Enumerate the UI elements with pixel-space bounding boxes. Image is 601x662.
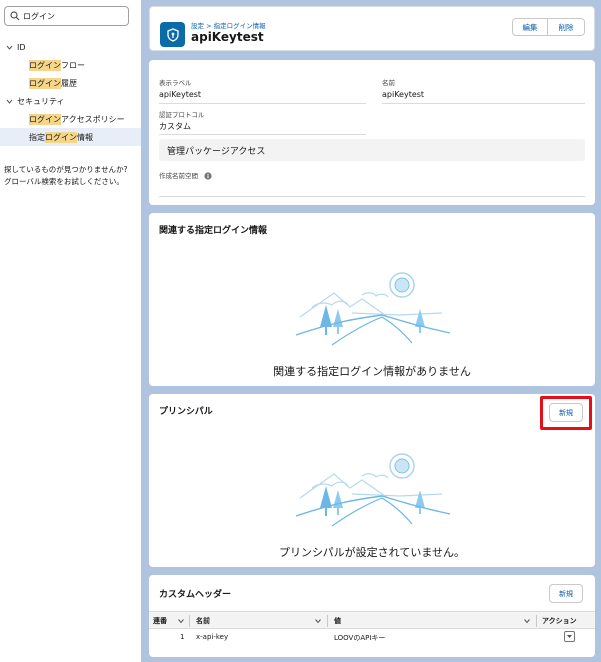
chevron-down-icon[interactable]: [314, 617, 322, 625]
help-line: 探しているものが見つかりませんか?: [4, 165, 128, 174]
column-header-action: アクション: [542, 617, 577, 625]
chevron-down-icon[interactable]: [177, 617, 185, 625]
setup-tree: ID ログイン フロー ログイン 履歴 セキュリティ ログイン アクセスポリシー 指定…: [0, 38, 141, 146]
name-field-label: 名前: [382, 79, 395, 87]
table-cell-name: x-api-key: [196, 633, 229, 641]
table-cell-seq: 1: [180, 633, 185, 641]
name-field-value: apiKeytest: [382, 90, 425, 99]
column-header-name[interactable]: 名前: [196, 612, 210, 630]
table-cell-value: LOOVのAPIキー: [334, 634, 386, 642]
empty-state-illustration: [295, 272, 451, 346]
tree-item-label: アクセスポリシー: [61, 114, 125, 124]
label-field-value: apiKeytest: [159, 90, 202, 99]
tree-item-label-prefix: 指定: [29, 132, 45, 142]
card-title: 関連する指定ログイン情報: [159, 226, 268, 236]
chevron-down-icon[interactable]: [5, 97, 14, 106]
chevron-down-icon[interactable]: [5, 43, 14, 52]
search-icon: [10, 11, 20, 21]
section-title: 管理パッケージアクセス: [167, 146, 266, 157]
card-title: プリンシパル: [159, 407, 213, 417]
field-divider: [159, 134, 366, 135]
card-title: カスタムヘッダー: [159, 590, 232, 600]
empty-state-message: プリンシパルが設定されていません。: [278, 546, 465, 559]
tree-group-security[interactable]: セキュリティ: [0, 92, 141, 110]
chevron-down-icon[interactable]: [523, 617, 531, 625]
quick-find-box[interactable]: [4, 6, 129, 26]
tree-group-label: ID: [17, 42, 26, 52]
setup-sidebar: ID ログインフロー ログイン履歴 セキュリティ ログインアクセスポリシー 指定…: [0, 0, 141, 662]
principals-card: プリンシパル 新規 プリンシパルが設定されていません。: [149, 394, 595, 567]
tree-item-label: 情報: [77, 132, 93, 142]
column-resize-handle[interactable]: [189, 615, 190, 627]
chevron-down-icon[interactable]: [566, 633, 573, 640]
custom-headers-card: カスタムヘッダー 新規 連番 名前 値 アクション 1 x-api-key LO…: [149, 575, 595, 657]
empty-state-illustration: [295, 453, 451, 527]
tree-group-id[interactable]: ID: [0, 38, 141, 56]
namespace-field-label: 作成名前空間: [159, 170, 212, 180]
edit-button[interactable]: 編集: [512, 18, 548, 36]
new-principal-button[interactable]: 新規: [549, 403, 583, 422]
info-icon[interactable]: [204, 172, 212, 180]
help-line: グローバル検索をお試しください。: [4, 177, 124, 186]
protocol-field-value: カスタム: [159, 122, 191, 131]
column-header-seq[interactable]: 連番: [153, 612, 167, 630]
tree-group-label: セキュリティ: [17, 96, 65, 106]
quick-find-input[interactable]: [23, 11, 123, 21]
search-match-highlight: ログイン: [45, 131, 77, 143]
field-divider: [382, 103, 585, 104]
detail-panel: 表示ラベル apiKeytest 名前 apiKeytest 認証プロトコル カ…: [149, 60, 595, 205]
named-credential-icon: [160, 22, 185, 47]
search-match-highlight: ログイン: [29, 77, 61, 89]
tree-item-named-credentials[interactable]: 指定 ログイン 情報: [0, 128, 141, 146]
new-header-button[interactable]: 新規: [549, 584, 583, 603]
search-match-highlight: ログイン: [29, 59, 61, 71]
empty-state-message: 関連する指定ログイン情報がありません: [273, 365, 471, 378]
section-managed-package-access[interactable]: 管理パッケージアクセス: [159, 139, 585, 161]
tree-item-login-history[interactable]: ログイン 履歴: [0, 74, 141, 92]
protocol-field-label: 認証プロトコル: [159, 111, 205, 119]
table-header: 連番 名前 値 アクション: [149, 611, 595, 629]
tree-item-login-access-policy[interactable]: ログイン アクセスポリシー: [0, 110, 141, 128]
breadcrumb[interactable]: 設定 > 指定ログイン情報: [191, 20, 266, 30]
namespace-label-text: 作成名前空間: [159, 172, 198, 180]
related-credentials-card: 関連する指定ログイン情報 関連する指定ログイン情報がありません: [149, 213, 595, 386]
tree-item-label: 履歴: [61, 78, 77, 88]
column-resize-handle[interactable]: [536, 615, 537, 627]
column-header-value[interactable]: 値: [334, 612, 341, 630]
field-divider: [159, 103, 366, 104]
label-field-label: 表示ラベル: [159, 79, 192, 87]
search-match-highlight: ログイン: [29, 113, 61, 125]
record-header: 設定 > 指定ログイン情報 apiKeytest 編集 削除: [149, 6, 595, 51]
no-results-help: 探しているものが見つかりませんか? グローバル検索をお試しください。: [4, 164, 138, 188]
field-divider: [159, 196, 585, 197]
tree-item-label: フロー: [61, 60, 85, 70]
delete-button[interactable]: 削除: [548, 18, 585, 36]
column-resize-handle[interactable]: [327, 615, 328, 627]
shield-icon: [166, 27, 179, 42]
row-action-menu[interactable]: [564, 631, 575, 642]
page-title: apiKeytest: [191, 30, 264, 44]
tree-item-login-flow[interactable]: ログイン フロー: [0, 56, 141, 74]
